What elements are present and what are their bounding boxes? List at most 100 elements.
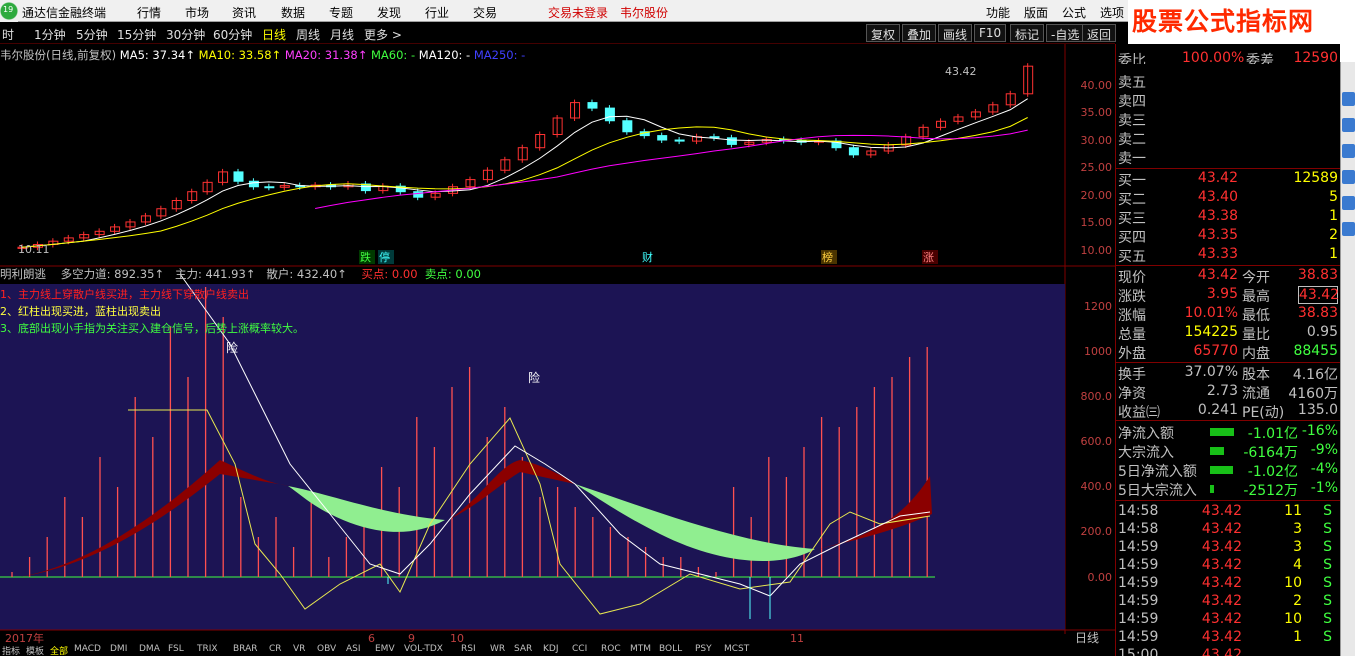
fundamental-label: PE(动) xyxy=(1242,405,1285,421)
chart-area[interactable]: 40.00 35.00 30.00 25.00 20.00 15.00 10.0… xyxy=(0,44,1115,644)
f10-button[interactable]: F10 xyxy=(974,24,1007,42)
overlay-button[interactable]: 叠加 xyxy=(902,24,937,42)
period-15min[interactable]: 15分钟 xyxy=(117,26,156,43)
menu-item-discover[interactable]: 发现 xyxy=(377,4,401,21)
indicator-tab[interactable]: CCI xyxy=(572,644,587,654)
menu-item-news[interactable]: 资讯 xyxy=(232,4,256,21)
menu-item-quote[interactable]: 行情 xyxy=(137,4,161,21)
indicator-tab[interactable]: CR xyxy=(269,644,282,654)
side-tool-icon[interactable] xyxy=(1342,170,1355,184)
period-5min[interactable]: 5分钟 xyxy=(76,26,108,43)
indicator-tab[interactable]: PSY xyxy=(695,644,712,654)
candle-body xyxy=(604,107,615,122)
menu-item-options[interactable]: 选项 xyxy=(1100,4,1124,21)
candle-body xyxy=(264,186,275,189)
buy-level-row: 买二 43.40 5 xyxy=(1116,189,1341,208)
side-tool-icon[interactable] xyxy=(1342,92,1355,106)
indicator-tab[interactable]: DMA xyxy=(139,644,160,654)
capital-flow-row: 5日净流入额 -1.02亿 -4% xyxy=(1116,461,1341,480)
candle-body xyxy=(248,180,259,188)
indicator-tab[interactable]: BOLL xyxy=(659,644,682,654)
tick-side: S xyxy=(1323,503,1332,519)
ma10-value: MA10: 33.58↑ xyxy=(198,48,282,62)
kline-chart-canvas[interactable]: 40.00 35.00 30.00 25.00 20.00 15.00 10.0… xyxy=(0,44,1115,644)
stat-label: 外盘 xyxy=(1118,346,1146,362)
period-bar: 时 1分钟 5分钟 15分钟 30分钟 60分钟 日线 周线 月线 更多 > 复… xyxy=(0,22,1117,44)
mark-button[interactable]: 标记 xyxy=(1010,24,1045,42)
menu-item-industry[interactable]: 行业 xyxy=(425,4,449,21)
sell3-row: 卖三 xyxy=(1116,110,1341,129)
restore-rights-button[interactable]: 复权 xyxy=(866,24,901,42)
indicator-tab[interactable]: VOL-TDX xyxy=(404,644,443,654)
indicator-tab[interactable]: OBV xyxy=(317,644,336,654)
tick-time: 15:00 xyxy=(1118,647,1159,656)
side-tool-icon[interactable] xyxy=(1342,118,1355,132)
fundamental-value: 0.241 xyxy=(1197,402,1238,418)
period-monthly[interactable]: 月线 xyxy=(330,26,354,43)
price-stat-row: 涨幅 10.01% 最低 38.83 xyxy=(1116,305,1341,324)
price-stat-row: 总量 154225 量比 0.95 xyxy=(1116,324,1341,343)
stat-value: 154225 xyxy=(1184,324,1238,340)
tick-row: 14:59 43.42 4 S xyxy=(1116,557,1341,576)
indicator-tab[interactable]: 全部 xyxy=(50,644,68,656)
indicator-tab[interactable]: 指标 xyxy=(2,644,20,656)
indicator-tab[interactable]: DMI xyxy=(110,644,127,654)
ind-y-tick: 400.0 xyxy=(1081,480,1113,493)
indicator-tab[interactable]: FSL xyxy=(168,644,184,654)
indicator-tab[interactable]: WR xyxy=(490,644,505,654)
side-tool-icon[interactable] xyxy=(1342,196,1355,210)
buy-level-label: 买一 xyxy=(1118,173,1146,189)
back-button[interactable]: 返回 xyxy=(1082,24,1117,42)
indicator-tab[interactable]: 模板 xyxy=(26,644,44,656)
side-tool-icon[interactable] xyxy=(1342,222,1355,236)
indicator-tab[interactable]: ASI xyxy=(346,644,361,654)
fundamental-label: 收益㈢ xyxy=(1118,405,1160,421)
period-weekly[interactable]: 周线 xyxy=(296,26,320,43)
indicator-tab[interactable]: EMV xyxy=(375,644,395,654)
trade-login-status[interactable]: 交易未登录 xyxy=(548,4,608,21)
indicator-tab[interactable]: TRIX xyxy=(197,644,218,654)
indicator-tab[interactable]: MCST xyxy=(724,644,749,654)
side-tool-icon[interactable] xyxy=(1342,144,1355,158)
indicator-tab[interactable]: MTM xyxy=(630,644,651,654)
menu-item-data[interactable]: 数据 xyxy=(281,4,305,21)
menu-item-trade[interactable]: 交易 xyxy=(473,4,497,21)
indicator-tab[interactable]: MACD xyxy=(74,644,101,654)
tick-side: S xyxy=(1323,593,1332,609)
menu-item-formula[interactable]: 公式 xyxy=(1062,4,1086,21)
stat-label: 内盘 xyxy=(1242,346,1270,362)
menu-item-market[interactable]: 市场 xyxy=(185,4,209,21)
tick-price: 43.42 xyxy=(1201,575,1242,591)
period-more[interactable]: 更多 > xyxy=(364,26,402,43)
x-month-label: 6 xyxy=(368,632,375,644)
tick-side: S xyxy=(1323,521,1332,537)
period-1min[interactable]: 1分钟 xyxy=(34,26,66,43)
fundamental-row: 净资 2.73 流通 4160万 xyxy=(1116,383,1341,402)
indicator-note-2: 2、红柱出现买进，蓝柱出现卖出 xyxy=(0,305,161,318)
indicator-tab[interactable]: BRAR xyxy=(233,644,257,654)
remove-watchlist-button[interactable]: -自选 xyxy=(1046,24,1085,42)
period-daily[interactable]: 日线 xyxy=(262,26,286,43)
tick-volume: 1 xyxy=(1293,629,1302,645)
period-timeshare[interactable]: 时 xyxy=(2,26,14,43)
indicator-name[interactable]: 明利朗逃 xyxy=(0,267,46,281)
indicator-tab[interactable]: SAR xyxy=(514,644,532,654)
menu-item-topic[interactable]: 专题 xyxy=(329,4,353,21)
fundamental-value: 135.0 xyxy=(1297,402,1338,418)
flow-percent: -9% xyxy=(1310,442,1338,458)
draw-line-button[interactable]: 画线 xyxy=(938,24,973,42)
buy-level-volume: 12589 xyxy=(1293,170,1338,186)
period-60min[interactable]: 60分钟 xyxy=(213,26,252,43)
event-tag-limit-up: 涨 xyxy=(923,251,934,264)
indicator-tab[interactable]: KDJ xyxy=(543,644,559,654)
menu-item-layout[interactable]: 版面 xyxy=(1024,4,1048,21)
indicator-tab[interactable]: VR xyxy=(293,644,305,654)
stat-value: 43.42 xyxy=(1298,286,1340,304)
sanhu-value: 散户: 432.40↑ xyxy=(266,267,347,281)
indicator-tab[interactable]: ROC xyxy=(601,644,621,654)
period-30min[interactable]: 30分钟 xyxy=(166,26,205,43)
indicator-tab[interactable]: RSI xyxy=(461,644,476,654)
tick-time: 14:58 xyxy=(1118,521,1159,537)
tick-price: 43.42 xyxy=(1201,611,1242,627)
menu-item-function[interactable]: 功能 xyxy=(986,4,1010,21)
